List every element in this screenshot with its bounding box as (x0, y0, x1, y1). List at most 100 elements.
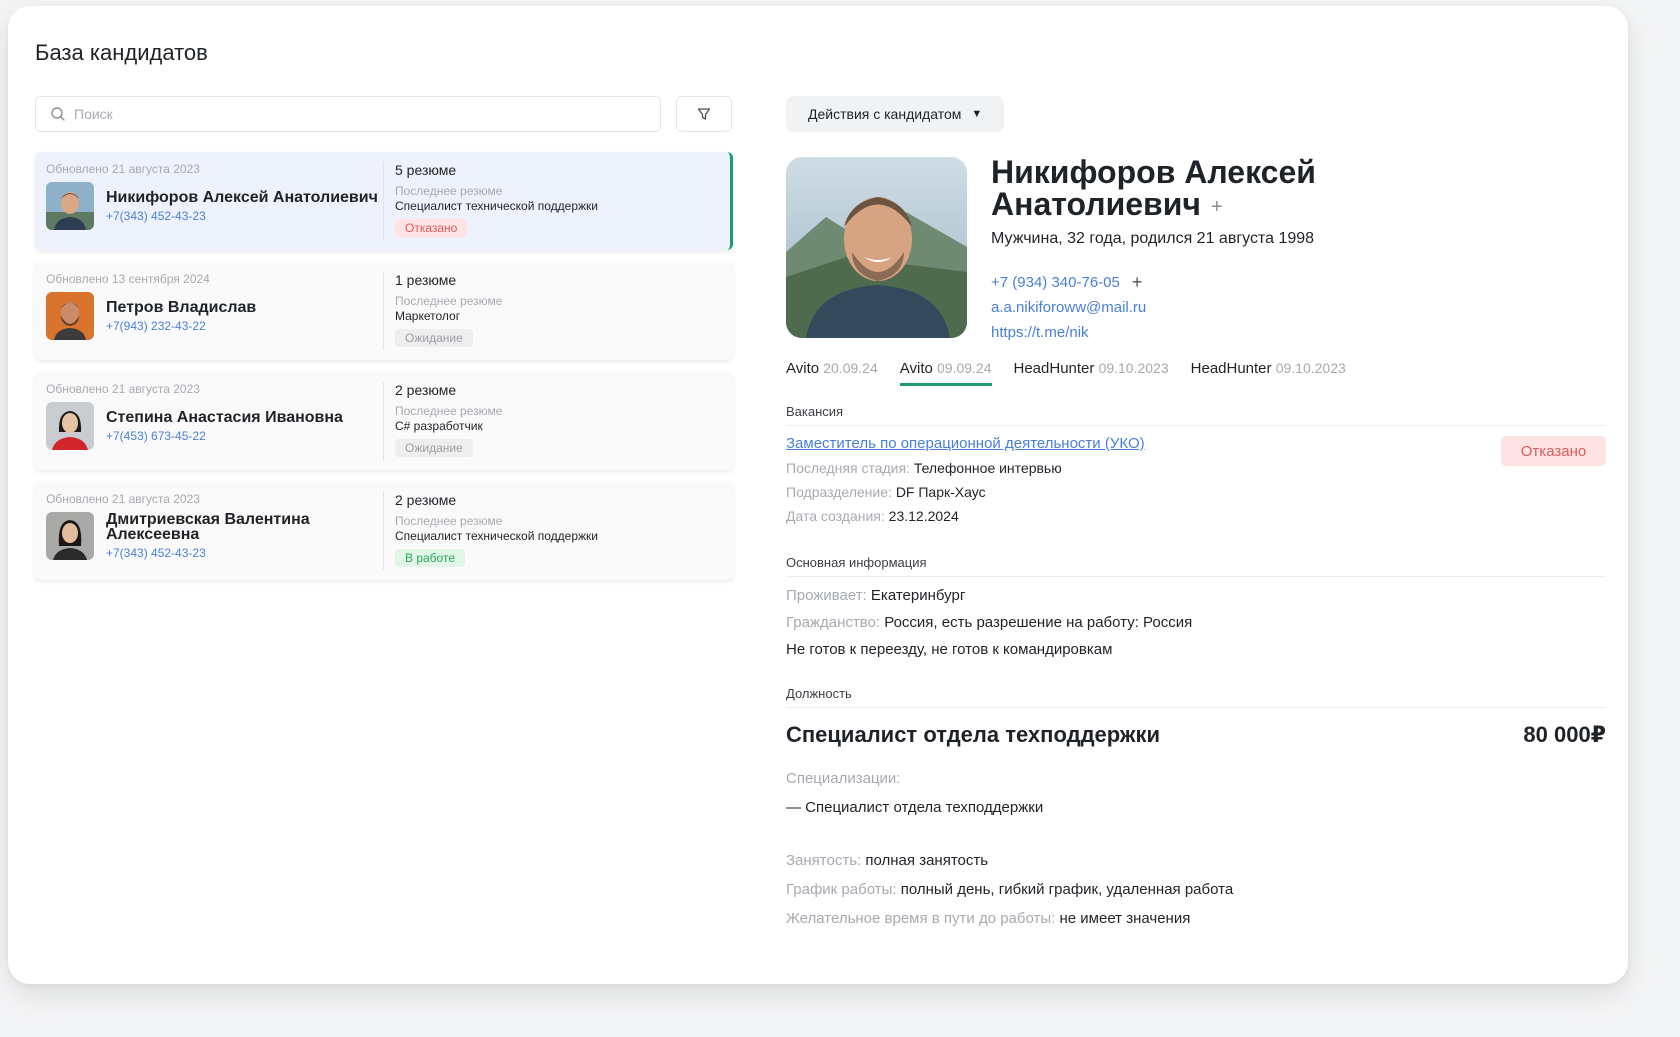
schedule-label: График работы: (786, 881, 897, 898)
profile-subtitle: Мужчина, 32 года, родился 21 августа 199… (991, 230, 1315, 247)
resume-count: 5 резюме (395, 162, 457, 178)
search-input[interactable] (74, 106, 634, 122)
add-phone-plus-icon[interactable]: + (1132, 272, 1143, 293)
resume-info: 2 резюме Последнее резюме C# разработчик… (384, 372, 733, 470)
lives-label: Проживает: (786, 587, 867, 604)
contact-phone[interactable]: +7 (934) 340-76-05 (991, 270, 1120, 295)
caret-down-icon: ▼ (971, 108, 983, 120)
last-resume: Маркетолог (395, 309, 461, 323)
candidate-name: Никифоров Алексей Анатолиевич (106, 188, 378, 206)
resume-info: 5 резюме Последнее резюме Специалист тех… (384, 152, 730, 250)
candidate-name: Степина Анастасия Ивановна (106, 408, 343, 426)
candidate-photo (786, 157, 967, 338)
avatar (46, 292, 94, 340)
division-label: Подразделение: (786, 484, 892, 500)
app-window: База кандидатов Обновлено 21 августа 202… (8, 6, 1628, 984)
source-date: 09.09.24 (937, 360, 992, 376)
resume-info: 1 резюме Последнее резюме Маркетолог Ожи… (384, 262, 733, 360)
resume-count: 2 резюме (395, 382, 457, 398)
candidate-phone[interactable]: +7(453) 673-45-22 (106, 429, 343, 443)
created-value: 23.12.2024 (888, 508, 959, 524)
avatar (46, 402, 94, 450)
candidate-info: Обновлено 21 августа 2023 Степина Анаста… (35, 372, 383, 470)
candidate-card[interactable]: Обновлено 21 августа 2023 Степина Анаста… (35, 372, 733, 470)
search-box[interactable] (35, 96, 661, 132)
resume-info: 2 резюме Последнее резюме Специалист тех… (384, 482, 733, 580)
salary: 80 000₽ (1523, 722, 1606, 747)
source-date: 20.09.24 (823, 360, 878, 376)
status-badge: Отказано (395, 219, 468, 237)
updated-date: Обновлено 21 августа 2023 (46, 382, 200, 396)
candidate-info: Обновлено 21 августа 2023 Дмитриевская В… (35, 482, 383, 580)
source-name: Avito (899, 360, 933, 377)
basic-info-section: Основная информация Проживает: Екатеринб… (786, 555, 1606, 658)
status-badge: Ожидание (395, 439, 473, 457)
citizenship-line: Гражданство: Россия, есть разрешение на … (786, 614, 1606, 631)
division-value: DF Парк-Хаус (895, 484, 986, 500)
plus-icon[interactable]: + (1211, 191, 1223, 223)
position-title: Специалист отдела техподдержки (786, 722, 1161, 747)
candidate-name: Петров Владислав (106, 298, 257, 316)
tab-source[interactable]: Avito 20.09.24 (786, 360, 878, 386)
last-resume: C# разработчик (395, 419, 483, 433)
vacancy-stage: Последняя стадия: Телефонное интервью (786, 460, 1606, 476)
resume-count: 2 резюме (395, 492, 457, 508)
created-label: Дата создания: (786, 508, 885, 524)
candidate-actions-dropdown[interactable]: Действия с кандидатом ▼ (786, 96, 1005, 132)
last-resume-label: Последнее резюме (395, 514, 503, 528)
section-title: Вакансия (786, 404, 1606, 426)
tab-source[interactable]: HeadHunter 09.10.2023 (1014, 360, 1169, 386)
lives-line: Проживает: Екатеринбург (786, 587, 1606, 604)
position-section: Должность Специалист отдела техподдержки… (786, 686, 1606, 927)
spec-value: — Специалист отдела техподдержки (786, 799, 1044, 816)
candidate-info: Обновлено 21 августа 2023 Никифоров Алек… (35, 152, 383, 250)
candidate-phone[interactable]: +7(943) 232-43-22 (106, 319, 256, 333)
vacancy-division: Подразделение: DF Парк-Хаус (786, 484, 1606, 500)
schedule-value: полный день, гибкий график, удаленная ра… (900, 881, 1234, 898)
candidate-card[interactable]: Обновлено 13 сентября 2024 Петров Владис… (35, 262, 733, 360)
commute-line: Желательное время в пути до работы: не и… (786, 910, 1606, 927)
contacts: +7 (934) 340-76-05 + a.a.nikiforoww@mail… (991, 270, 1146, 345)
vacancy-link[interactable]: Заместитель по операционной деятельности… (786, 435, 1606, 452)
page-title: База кандидатов (35, 40, 208, 65)
employment-label: Занятость: (786, 852, 862, 869)
stage-value: Телефонное интервью (913, 460, 1062, 476)
citizenship-value: Россия, есть разрешение на работу: Росси… (884, 614, 1193, 631)
employment-value: полная занятость (865, 852, 989, 869)
candidate-card[interactable]: Обновлено 21 августа 2023 Никифоров Алек… (35, 152, 733, 250)
candidate-actions-label: Действия с кандидатом (808, 106, 962, 122)
vacancy-created: Дата создания: 23.12.2024 (786, 508, 1606, 524)
contact-telegram[interactable]: https://t.me/nik (991, 320, 1146, 345)
spec-label: Специализации: (786, 770, 901, 787)
commute-label: Желательное время в пути до работы: (786, 910, 1056, 927)
relocation-line: Не готов к переезду, не готов к командир… (786, 641, 1113, 658)
contact-email[interactable]: a.a.nikiforoww@mail.ru (991, 295, 1146, 320)
source-date: 09.10.2023 (1098, 360, 1169, 376)
candidate-info: Обновлено 13 сентября 2024 Петров Владис… (35, 262, 383, 360)
last-resume-label: Последнее резюме (395, 184, 503, 198)
source-date: 09.10.2023 (1275, 360, 1346, 376)
last-resume-label: Последнее резюме (395, 294, 503, 308)
updated-date: Обновлено 21 августа 2023 (46, 162, 200, 176)
candidate-list: Обновлено 21 августа 2023 Никифоров Алек… (35, 152, 733, 592)
search-icon (51, 107, 65, 121)
schedule-line: График работы: полный день, гибкий графи… (786, 881, 1606, 898)
candidate-card[interactable]: Обновлено 21 августа 2023 Дмитриевская В… (35, 482, 733, 580)
source-name: Avito (786, 360, 820, 377)
filter-button[interactable] (676, 96, 732, 132)
candidate-name: Дмитриевская Валентина Алексеевна (106, 511, 310, 543)
tab-source[interactable]: HeadHunter 09.10.2023 (1191, 360, 1346, 386)
last-resume: Специалист технической поддержки (395, 199, 598, 213)
tab-source-active[interactable]: Avito 09.09.24 (899, 360, 992, 386)
avatar (46, 512, 94, 560)
candidate-phone[interactable]: +7(343) 452-43-23 (106, 209, 378, 223)
profile-name-line1: Никифоров Алексей (991, 154, 1316, 190)
last-resume-label: Последнее резюме (395, 404, 503, 418)
last-resume: Специалист технической поддержки (395, 529, 598, 543)
profile-name: Никифоров Алексей Анатолиевич + (991, 156, 1316, 223)
candidate-phone[interactable]: +7(343) 452-43-23 (106, 546, 383, 560)
source-name: HeadHunter (1013, 360, 1095, 377)
updated-date: Обновлено 21 августа 2023 (46, 492, 200, 506)
employment-line: Занятость: полная занятость (786, 852, 1606, 869)
source-name: HeadHunter (1190, 360, 1272, 377)
